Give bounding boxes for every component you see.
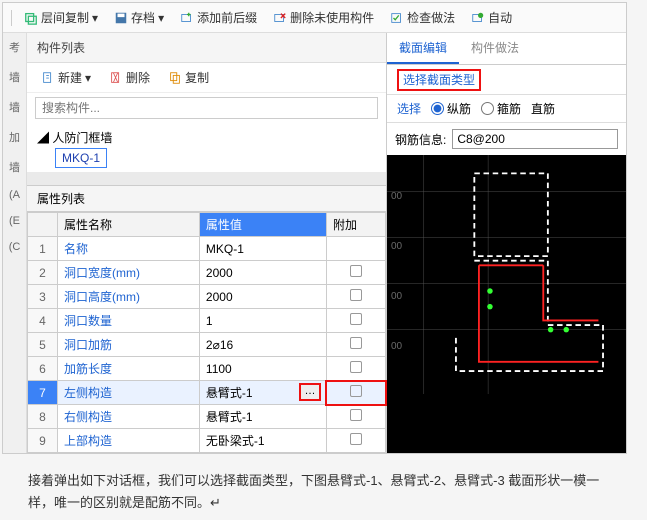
col-value: 属性值 (199, 213, 326, 237)
prop-extra-checkbox[interactable] (326, 309, 385, 333)
add-prefix-button[interactable]: 添加前后缀 (174, 7, 263, 28)
chevron-down-icon: ▾ (92, 11, 98, 25)
delete-icon (109, 71, 123, 85)
prop-extra-checkbox[interactable] (326, 285, 385, 309)
tree-root[interactable]: ◢ 人防门框墙 (37, 127, 376, 148)
prop-value[interactable]: 2000 (199, 261, 326, 285)
table-row[interactable]: 5洞口加筋2⌀16 (28, 333, 386, 357)
prop-value[interactable]: 2⌀16 (199, 333, 326, 357)
col-name: 属性名称 (58, 213, 200, 237)
prop-value[interactable]: 无卧梁式-1 (199, 429, 326, 453)
prop-name: 左侧构造 (58, 381, 200, 405)
prop-extra-checkbox[interactable] (326, 333, 385, 357)
prop-value[interactable]: 悬臂式-1… (199, 381, 326, 405)
chevron-down-icon: ▾ (85, 71, 91, 85)
prop-value[interactable]: MKQ-1 (199, 237, 326, 261)
component-tree: ◢ 人防门框墙 MKQ-1 (27, 123, 386, 172)
select-mode[interactable]: 选择 (397, 100, 421, 117)
check-icon (390, 11, 404, 25)
prop-extra-checkbox[interactable] (326, 357, 385, 381)
tab-method[interactable]: 构件做法 (459, 33, 531, 64)
rebar-info-input[interactable] (452, 129, 618, 149)
prop-name: 右侧构造 (58, 405, 200, 429)
save-icon (114, 11, 128, 25)
right-tabs: 截面编辑 构件做法 (387, 33, 626, 65)
table-row[interactable]: 1名称MKQ-1 (28, 237, 386, 261)
table-row[interactable]: 9上部构造无卧梁式-1 (28, 429, 386, 453)
delete-icon (273, 11, 287, 25)
prop-name: 名称 (58, 237, 200, 261)
prop-extra-checkbox[interactable] (326, 261, 385, 285)
auto-button[interactable]: 自动 (465, 7, 518, 28)
prop-name: 洞口加筋 (58, 333, 200, 357)
side-labels: 考 墙 墙 加 墙 (A (E (C (3, 33, 27, 453)
new-button[interactable]: 新建 ▾ (35, 67, 97, 88)
auto-icon (471, 11, 485, 25)
table-row[interactable]: 8右侧构造悬臂式-1 (28, 405, 386, 429)
property-list-title: 属性列表 (27, 185, 386, 212)
copy-floor-button[interactable]: 层间复制 ▾ (18, 7, 104, 28)
table-row[interactable]: 7左侧构造悬臂式-1… (28, 381, 386, 405)
table-row[interactable]: 4洞口数量1 (28, 309, 386, 333)
add-prefix-icon (180, 11, 194, 25)
prop-value[interactable]: 悬臂式-1 (199, 405, 326, 429)
tree-item-mkq1[interactable]: MKQ-1 (55, 148, 107, 168)
property-table: 属性名称 属性值 附加 1名称MKQ-12洞口宽度(mm)20003洞口高度(m… (27, 212, 386, 453)
ellipsis-button[interactable]: … (300, 384, 320, 400)
prop-name: 洞口高度(mm) (58, 285, 200, 309)
prop-extra-checkbox[interactable] (326, 237, 385, 261)
delete-button[interactable]: 删除 (103, 67, 156, 88)
straight-label: 直筋 (531, 100, 555, 117)
save-button[interactable]: 存档 ▾ (108, 7, 170, 28)
table-row[interactable]: 3洞口高度(mm)2000 (28, 285, 386, 309)
table-row[interactable]: 2洞口宽度(mm)2000 (28, 261, 386, 285)
cad-viewport[interactable]: 00 00 00 00 (387, 155, 626, 453)
prop-name: 洞口数量 (58, 309, 200, 333)
search-input[interactable] (35, 97, 378, 119)
main-toolbar: 层间复制 ▾ 存档 ▾ 添加前后缀 删除未使用构件 检查做法 自动 (3, 3, 626, 33)
prop-extra-checkbox[interactable] (326, 429, 385, 453)
prop-extra-checkbox[interactable] (326, 381, 385, 405)
prop-name: 洞口宽度(mm) (58, 261, 200, 285)
prop-value[interactable]: 1100 (199, 357, 326, 381)
select-section-type[interactable]: 选择截面类型 (387, 65, 626, 95)
copy-button[interactable]: 复制 (162, 67, 215, 88)
prop-extra-checkbox[interactable] (326, 405, 385, 429)
chevron-down-icon: ▾ (158, 11, 164, 25)
cad-drawing (387, 155, 626, 394)
radio-longitudinal[interactable]: 纵筋 (431, 100, 471, 117)
prop-name: 加筋长度 (58, 357, 200, 381)
prop-value[interactable]: 1 (199, 309, 326, 333)
copy-icon (168, 71, 182, 85)
table-row[interactable]: 6加筋长度1100 (28, 357, 386, 381)
check-make-button[interactable]: 检查做法 (384, 7, 461, 28)
copy-floor-icon (24, 11, 38, 25)
col-extra: 附加 (326, 213, 385, 237)
new-icon (41, 71, 55, 85)
description-text: 接着弹出如下对话框，我们可以选择截面类型，下图悬臂式-1、悬臂式-2、悬臂式-3… (0, 456, 625, 514)
component-list-title: 构件列表 (27, 33, 386, 63)
rebar-info-label: 钢筋信息: (395, 131, 446, 148)
radio-stirrup[interactable]: 箍筋 (481, 100, 521, 117)
delete-unused-button[interactable]: 删除未使用构件 (267, 7, 380, 28)
tab-section-edit[interactable]: 截面编辑 (387, 33, 459, 64)
prop-name: 上部构造 (58, 429, 200, 453)
prop-value[interactable]: 2000 (199, 285, 326, 309)
